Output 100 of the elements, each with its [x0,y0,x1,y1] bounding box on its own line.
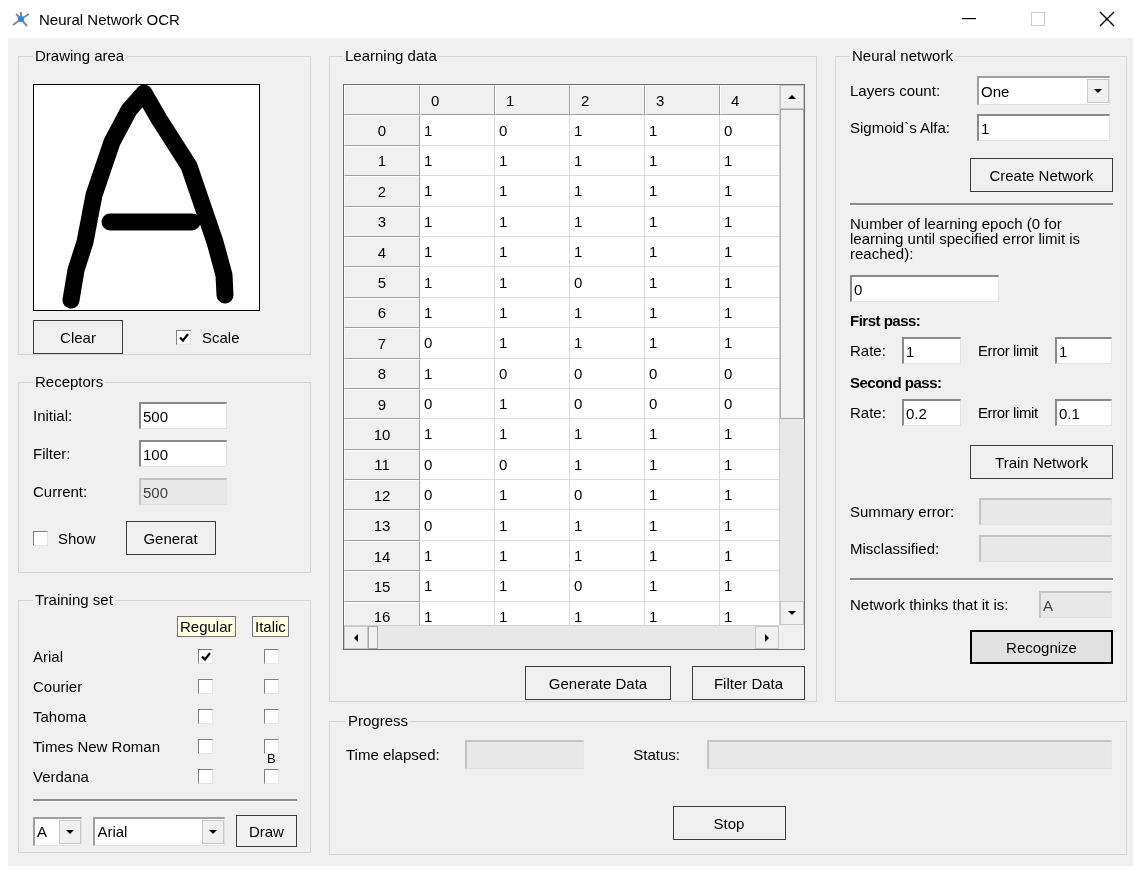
checkbox[interactable] [264,678,279,694]
error-limit-field[interactable]: 1 [1055,337,1112,364]
field-label: Network thinks that it is: [850,596,1010,613]
table-cell: 1 [570,145,645,177]
checkbox[interactable] [264,768,279,784]
row-header[interactable]: 16 [344,601,420,625]
group-title: Receptors [34,373,105,391]
drawing-canvas[interactable] [33,84,260,311]
table-cell: 1 [495,510,570,541]
text-field[interactable]: 1 [977,114,1110,141]
checkbox-label: Scale [202,328,240,346]
row-header[interactable]: 10 [344,419,420,450]
letter-dropdown[interactable]: A [33,816,83,846]
generate-data-button[interactable]: Generate Data [525,666,671,700]
field-label: Rate: [850,404,887,421]
scroll-left-button[interactable] [344,626,368,649]
vertical-scrollbar[interactable] [779,85,804,625]
stop-button[interactable]: Stop [672,806,786,840]
train-network-button[interactable]: Train Network [970,445,1113,479]
font-dropdown[interactable]: Arial [93,816,225,846]
table-cell: 0 [570,480,645,511]
section-title: Second pass: [850,374,942,391]
row-header[interactable]: 13 [344,510,420,541]
column-header[interactable]: 0 [420,85,495,116]
maximize-icon [1030,12,1045,26]
group-title: Training set [34,591,114,609]
layers-dropdown[interactable]: One [977,76,1110,105]
row-header[interactable]: 2 [344,176,420,207]
column-header[interactable]: 3 [645,85,720,116]
row-header[interactable]: 3 [344,206,420,237]
caret-icon [788,95,796,99]
font-name: Arial [33,647,64,665]
column-header[interactable]: 4 [720,85,779,116]
row-header[interactable]: 11 [344,449,420,481]
table-cell: 1 [645,297,720,329]
window-title: Neural Network OCR [39,10,180,28]
field-label: Initial: [33,407,74,424]
row-header[interactable]: 0 [344,115,420,146]
instruction-text: Number of learning epoch (0 for learning until specified error limit is reached): [850,216,1082,261]
checkbox[interactable] [198,648,213,664]
row-header[interactable]: 8 [344,358,420,389]
checkbox[interactable] [198,738,213,754]
epochs-field[interactable]: 0 [850,275,999,302]
field-label: Layers count: [850,82,942,99]
filter-data-button[interactable]: Filter Data [692,666,805,700]
row-header[interactable]: 9 [344,388,420,420]
checkbox[interactable] [198,678,213,694]
table-cell: 0 [570,358,645,389]
row-header[interactable]: 7 [344,328,420,359]
column-header[interactable]: 2 [570,85,645,116]
table-cell: 1 [420,267,495,298]
table-cell: 1 [495,540,570,572]
scroll-down-button[interactable] [780,601,804,625]
caret-icon [66,829,75,834]
checkbox[interactable] [264,708,279,724]
table-cell: 0 [495,115,570,146]
create-network-button[interactable]: Create Network [970,158,1113,192]
table-cell: 1 [495,206,570,237]
row-header[interactable]: 4 [344,236,420,268]
table-cell: 0 [420,510,495,541]
checkbox[interactable] [264,648,279,664]
column-header[interactable]: 1 [495,85,570,116]
horizontal-scrollbar[interactable] [344,625,779,649]
error-limit-field[interactable]: 0.1 [1055,399,1112,426]
table-cell: 0 [495,449,570,481]
generate-button[interactable]: Generat [125,521,216,555]
checkbox[interactable] [33,530,48,546]
row-header[interactable]: 5 [344,267,420,298]
row-header[interactable]: 12 [344,480,420,511]
clear-button[interactable]: Clear [33,320,123,354]
table-cell: 1 [570,176,645,207]
table-cell: 1 [645,510,720,541]
checkbox[interactable] [264,738,279,754]
scrollbar-thumb[interactable] [368,626,378,649]
draw-button[interactable]: Draw [235,815,297,847]
row-header[interactable]: 14 [344,540,420,572]
checkbox[interactable] [176,329,191,345]
text-field[interactable]: 500 [139,402,227,429]
table-cell: 1 [570,419,645,450]
table-cell: 1 [420,297,495,329]
scroll-up-button[interactable] [780,85,804,109]
column-header: Italic [252,615,289,637]
table-cell: 1 [495,328,570,359]
scroll-right-button[interactable] [755,626,779,649]
row-header[interactable]: 1 [344,145,420,177]
field-label: Filter: [33,445,72,462]
table-cell: 0 [495,358,570,389]
recognize-button[interactable]: Recognize [970,630,1113,664]
scrollbar-thumb[interactable] [780,109,804,419]
table-cell: 1 [645,267,720,298]
checkbox[interactable] [198,768,213,784]
row-header[interactable]: 6 [344,297,420,329]
rate-field[interactable]: 0.2 [902,399,961,426]
table-cell: 1 [570,510,645,541]
checkbox[interactable] [198,708,213,724]
text-field[interactable]: 100 [139,440,227,467]
table-cell: 0 [420,328,495,359]
table-cell: 1 [645,419,720,450]
row-header[interactable]: 15 [344,571,420,602]
rate-field[interactable]: 1 [902,337,961,364]
